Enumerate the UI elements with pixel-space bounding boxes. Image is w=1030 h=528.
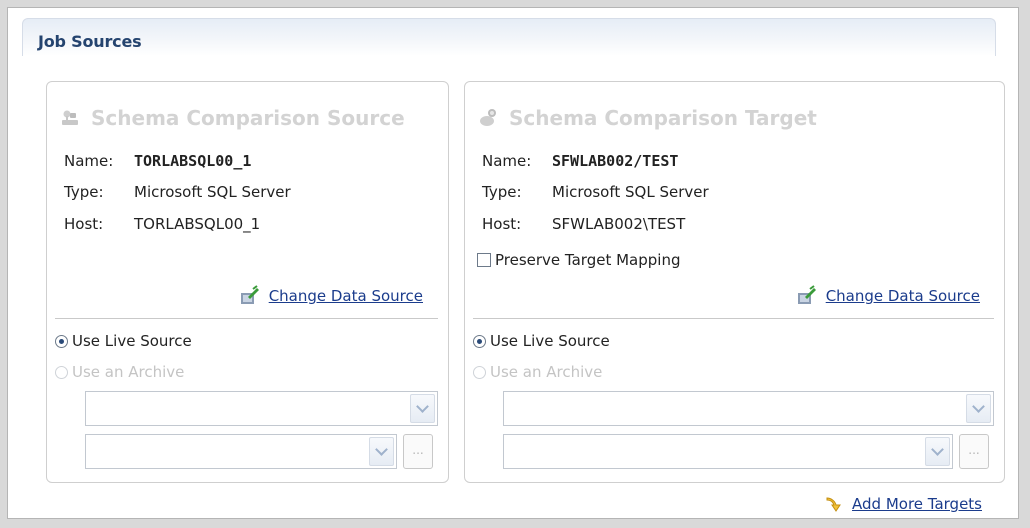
add-more-targets-link[interactable]: Add More Targets: [825, 495, 982, 513]
target-host-label: Host:: [482, 215, 522, 233]
target-archive-select[interactable]: [503, 391, 994, 426]
edit-data-source-icon: [797, 285, 816, 304]
source-type-label: Type:: [64, 183, 104, 201]
add-more-targets-label: Add More Targets: [852, 495, 982, 513]
target-host-value: SFWLAB002\TEST: [552, 215, 686, 233]
source-browse-button[interactable]: ...: [403, 434, 433, 469]
database-connect-icon: [62, 110, 78, 125]
add-targets-arrow-icon: [826, 497, 841, 512]
source-use-archive-radio[interactable]: Use an Archive: [55, 363, 184, 381]
target-use-archive-label: Use an Archive: [490, 363, 603, 381]
edit-data-source-icon: [240, 285, 259, 304]
target-use-archive-radio[interactable]: Use an Archive: [473, 363, 602, 381]
target-archive-file-select[interactable]: [503, 434, 953, 469]
preserve-target-mapping-checkbox[interactable]: Preserve Target Mapping: [477, 251, 680, 269]
target-type-row: Type: Microsoft SQL Server: [482, 183, 709, 201]
target-use-live-radio[interactable]: Use Live Source: [473, 332, 610, 350]
chevron-down-icon[interactable]: [925, 437, 950, 466]
source-title-text: Schema Comparison Source: [91, 106, 405, 130]
radio-checked-icon: [55, 334, 68, 348]
chevron-down-icon[interactable]: [410, 394, 435, 423]
target-host-row: Host: SFWLAB002\TEST: [482, 215, 685, 233]
target-name-value: SFWLAB002/TEST: [552, 152, 679, 170]
job-sources-header: Job Sources: [22, 18, 996, 56]
radio-unchecked-icon: [473, 365, 486, 379]
source-use-live-radio[interactable]: Use Live Source: [55, 332, 192, 350]
source-change-data-source-link[interactable]: Change Data Source: [239, 285, 423, 307]
preserve-target-mapping-label: Preserve Target Mapping: [495, 251, 681, 269]
target-type-label: Type:: [482, 183, 522, 201]
source-name-row: Name: TORLABSQL00_1: [64, 152, 251, 170]
source-type-value: Microsoft SQL Server: [134, 183, 291, 201]
source-host-label: Host:: [64, 215, 104, 233]
target-use-live-label: Use Live Source: [490, 332, 610, 350]
source-host-row: Host: TORLABSQL00_1: [64, 215, 260, 233]
source-divider: [55, 318, 438, 319]
job-sources-title: Job Sources: [38, 32, 142, 51]
target-type-value: Microsoft SQL Server: [552, 183, 709, 201]
target-change-link-label: Change Data Source: [825, 287, 980, 305]
target-title-text: Schema Comparison Target: [509, 106, 817, 130]
database-target-icon: [480, 109, 496, 126]
target-panel-title: Schema Comparison Target: [477, 106, 817, 130]
chevron-down-icon[interactable]: [369, 437, 394, 466]
source-use-live-label: Use Live Source: [72, 332, 192, 350]
target-name-row: Name: SFWLAB002/TEST: [482, 152, 678, 170]
source-host-value: TORLABSQL00_1: [134, 215, 261, 233]
source-archive-file-select[interactable]: [85, 434, 397, 469]
source-panel-title: Schema Comparison Source: [59, 106, 405, 130]
target-panel: Schema Comparison Target Name: SFWLAB002/…: [464, 81, 1005, 483]
source-use-archive-label: Use an Archive: [72, 363, 185, 381]
source-archive-select[interactable]: [85, 391, 438, 426]
source-name-label: Name:: [64, 152, 114, 170]
source-change-link-label: Change Data Source: [268, 287, 423, 305]
target-browse-button[interactable]: ...: [959, 434, 989, 469]
radio-checked-icon: [473, 334, 486, 348]
target-divider: [473, 318, 994, 319]
source-panel: Schema Comparison Source Name: TORLABSQL0…: [46, 81, 449, 483]
source-name-value: TORLABSQL00_1: [134, 152, 252, 170]
target-name-label: Name:: [482, 152, 532, 170]
source-type-row: Type: Microsoft SQL Server: [64, 183, 291, 201]
chevron-down-icon[interactable]: [966, 394, 991, 423]
checkbox-unchecked-icon: [477, 253, 491, 267]
radio-unchecked-icon: [55, 365, 68, 379]
job-sources-container: Job Sources Schema Comparison Source Nam…: [7, 7, 1019, 519]
target-change-data-source-link[interactable]: Change Data Source: [796, 285, 980, 307]
